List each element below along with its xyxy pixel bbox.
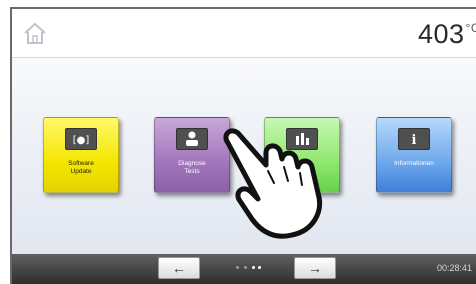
temperature-value: 403 [417,19,465,49]
informationen-button[interactable]: i Informationen [376,117,452,193]
informationen-label: Informationen [394,160,434,167]
clock: 00:28:41 [436,263,472,273]
pointing-hand-icon [223,128,322,239]
page-dot [244,266,247,269]
temperature-unit: °C [465,21,476,35]
page-indicator [234,266,264,272]
home-icon[interactable] [22,20,48,46]
furnace-screen: 403°C [●] Software Update Diagnose Tests [10,7,476,284]
next-page-button[interactable]: → [294,257,336,279]
page-dot [236,266,239,269]
update-icon: [●] [65,128,97,150]
diagnose-icon [176,128,208,150]
temperature-display: 403°C [418,19,476,50]
bottom-bar: ← → 00:28:41 [12,254,476,284]
svg-text:i: i [412,133,417,148]
page-dot-active [258,266,261,269]
previous-page-button[interactable]: ← [158,257,200,279]
top-bar: 403°C [12,9,476,58]
info-icon: i [398,128,430,150]
svg-text:[●]: [●] [73,135,90,146]
software-update-label: Software Update [68,160,94,175]
page-dot-active [252,266,255,269]
software-update-button[interactable]: [●] Software Update [43,117,119,193]
